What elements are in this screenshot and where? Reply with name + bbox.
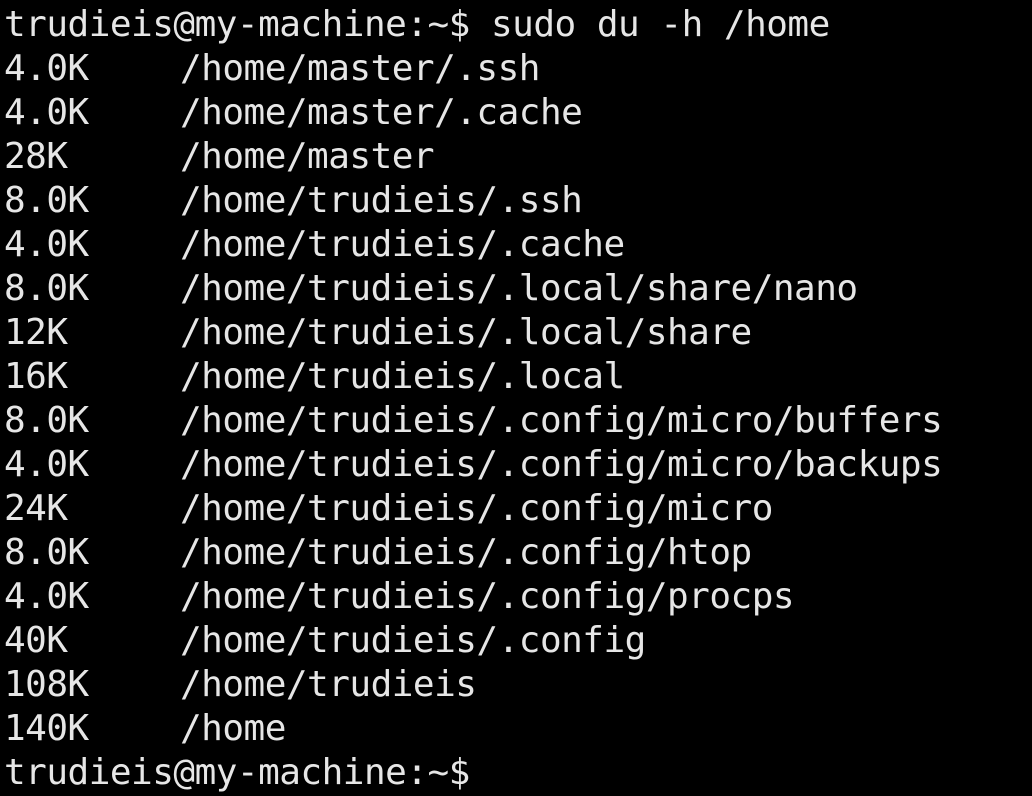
row-path: /home/trudieis/.config/micro bbox=[180, 488, 773, 529]
du-output-row: 16K /home/trudieis/.local bbox=[4, 355, 1032, 399]
row-size: 4.0K bbox=[4, 48, 89, 89]
row-path: /home bbox=[180, 708, 286, 749]
row-size: 4.0K bbox=[4, 576, 89, 617]
row-size: 8.0K bbox=[4, 400, 89, 441]
row-path: /home/master/.cache bbox=[180, 92, 583, 133]
row-path: /home/trudieis/.config bbox=[180, 620, 646, 661]
du-output-row: 8.0K /home/trudieis/.ssh bbox=[4, 179, 1032, 223]
du-output-row: 4.0K /home/trudieis/.config/micro/backup… bbox=[4, 443, 1032, 487]
row-size: 16K bbox=[4, 356, 68, 397]
command-line: trudieis@my-machine:~$ sudo du -h /home bbox=[4, 4, 830, 45]
row-size: 28K bbox=[4, 136, 68, 177]
du-output-row: 24K /home/trudieis/.config/micro bbox=[4, 487, 1032, 531]
row-size: 8.0K bbox=[4, 268, 89, 309]
du-output-row: 12K /home/trudieis/.local/share bbox=[4, 311, 1032, 355]
row-size: 12K bbox=[4, 312, 68, 353]
row-size: 40K bbox=[4, 620, 68, 661]
row-path: /home/trudieis/.cache bbox=[180, 224, 625, 265]
du-output-row: 4.0K /home/master/.cache bbox=[4, 91, 1032, 135]
row-size: 4.0K bbox=[4, 92, 89, 133]
row-size: 24K bbox=[4, 488, 68, 529]
du-output-row: 140K /home bbox=[4, 707, 1032, 751]
row-size: 108K bbox=[4, 664, 89, 705]
du-output-row: 4.0K /home/master/.ssh bbox=[4, 47, 1032, 91]
row-path: /home/trudieis/.config/procps bbox=[180, 576, 795, 617]
row-size: 8.0K bbox=[4, 180, 89, 221]
terminal-window[interactable]: trudieis@my-machine:~$ sudo du -h /home … bbox=[0, 0, 1032, 796]
row-size: 4.0K bbox=[4, 224, 89, 265]
row-path: /home/trudieis bbox=[180, 664, 477, 705]
du-output-row: 8.0K /home/trudieis/.local/share/nano bbox=[4, 267, 1032, 311]
row-path: /home/trudieis/.local/share bbox=[180, 312, 752, 353]
row-path: /home/trudieis/.config/micro/backups bbox=[180, 444, 943, 485]
du-output-row: 40K /home/trudieis/.config bbox=[4, 619, 1032, 663]
row-path: /home/trudieis/.local bbox=[180, 356, 625, 397]
du-output-row: 4.0K /home/trudieis/.cache bbox=[4, 223, 1032, 267]
du-output-row: 108K /home/trudieis bbox=[4, 663, 1032, 707]
row-size: 8.0K bbox=[4, 532, 89, 573]
row-size: 4.0K bbox=[4, 444, 89, 485]
row-path: /home/master/.ssh bbox=[180, 48, 540, 89]
du-output-row: 28K /home/master bbox=[4, 135, 1032, 179]
row-path: /home/master bbox=[180, 136, 435, 177]
row-path: /home/trudieis/.config/micro/buffers bbox=[180, 400, 943, 441]
prompt-text: trudieis@my-machine:~$ bbox=[4, 752, 470, 793]
row-path: /home/trudieis/.config/htop bbox=[180, 532, 752, 573]
du-output-row: 8.0K /home/trudieis/.config/htop bbox=[4, 531, 1032, 575]
row-path: /home/trudieis/.ssh bbox=[180, 180, 583, 221]
row-path: /home/trudieis/.local/share/nano bbox=[180, 268, 858, 309]
du-output-row: 8.0K /home/trudieis/.config/micro/buffer… bbox=[4, 399, 1032, 443]
du-output-row: 4.0K /home/trudieis/.config/procps bbox=[4, 575, 1032, 619]
row-size: 140K bbox=[4, 708, 89, 749]
shell-prompt[interactable]: trudieis@my-machine:~$ bbox=[4, 751, 1032, 795]
